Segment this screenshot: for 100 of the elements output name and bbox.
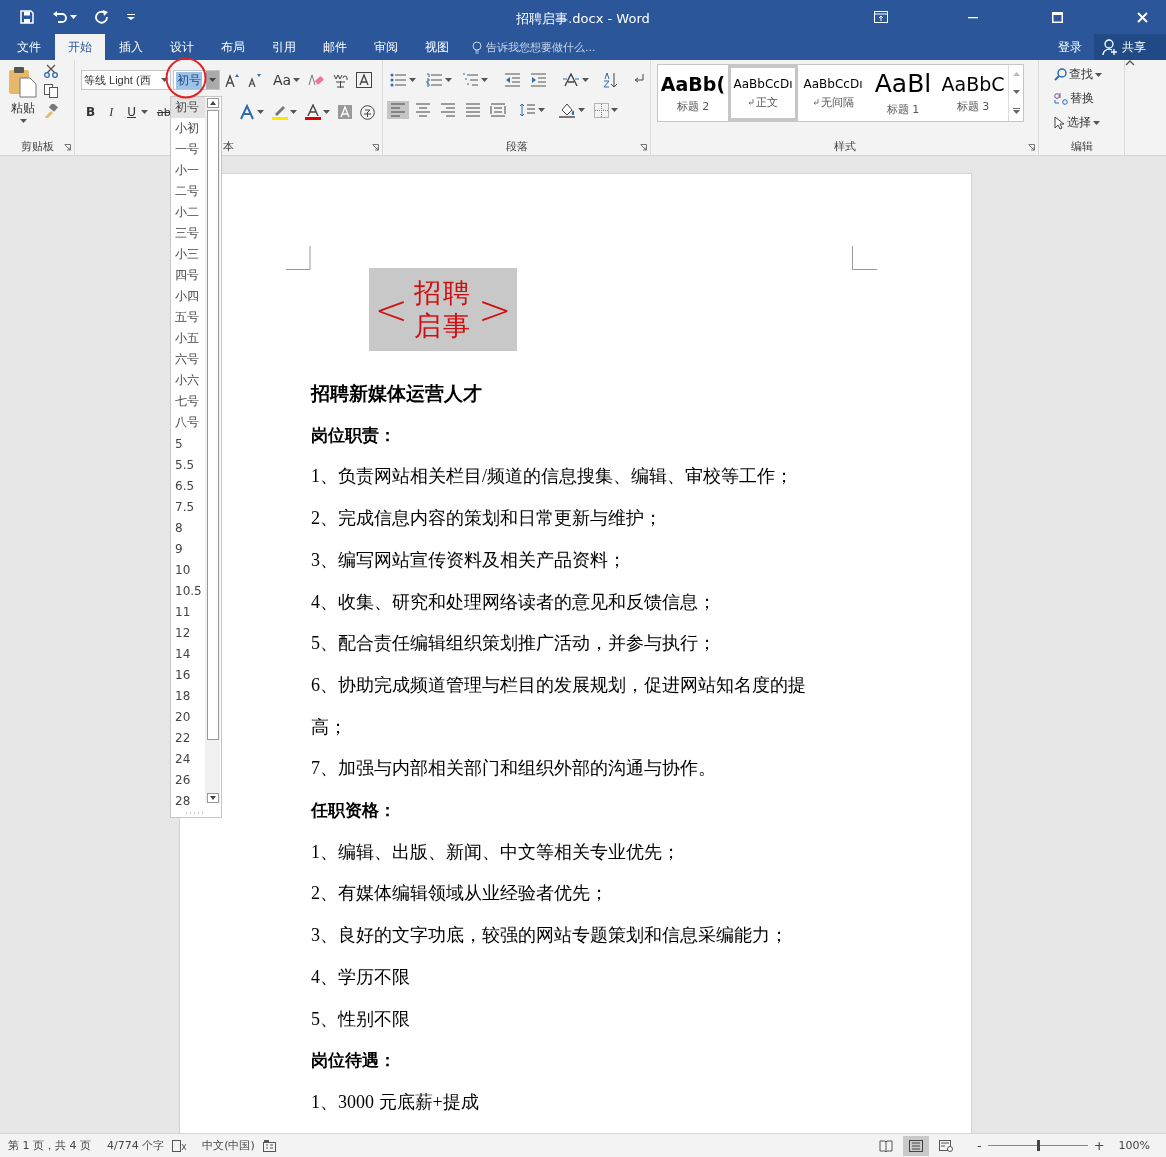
font-size-option[interactable]: 9 <box>171 538 205 559</box>
font-size-option[interactable]: 24 <box>171 748 205 769</box>
font-size-option[interactable]: 6.5 <box>171 475 205 496</box>
font-size-option[interactable]: 六号 <box>171 349 205 370</box>
dialog-launcher-icon[interactable] <box>64 144 71 151</box>
caret-icon[interactable] <box>1093 120 1100 125</box>
font-size-option[interactable]: 26 <box>171 769 205 790</box>
font-size-option[interactable]: 小四 <box>171 286 205 307</box>
more-styles-icon[interactable] <box>1012 108 1020 114</box>
font-size-option[interactable]: 初号 <box>171 97 205 118</box>
dialog-launcher-icon[interactable] <box>640 144 647 151</box>
font-size-option[interactable]: 五号 <box>171 307 205 328</box>
macro-icon[interactable] <box>262 1139 276 1152</box>
ribbon-tab[interactable]: 引用 <box>259 34 309 60</box>
ribbon-tab[interactable]: 视图 <box>412 34 462 60</box>
font-size-option[interactable]: 小五 <box>171 328 205 349</box>
caret-icon[interactable] <box>293 78 301 82</box>
view-button[interactable] <box>902 1135 929 1156</box>
cut-icon[interactable] <box>44 64 58 78</box>
paste-button[interactable]: 粘贴 <box>4 64 42 137</box>
font-size-option[interactable]: 18 <box>171 685 205 706</box>
caret-icon[interactable] <box>140 110 148 114</box>
caret-icon[interactable] <box>70 15 77 19</box>
font-size-option[interactable]: 四号 <box>171 265 205 286</box>
ribbon-tab[interactable]: 审阅 <box>361 34 411 60</box>
italic-button[interactable]: I <box>106 102 117 122</box>
font-size-option[interactable]: 16 <box>171 664 205 685</box>
format-painter-icon[interactable] <box>44 104 58 118</box>
sign-in-link[interactable]: 登录 <box>1046 34 1094 60</box>
font-size-option[interactable]: 5.5 <box>171 454 205 475</box>
font-size-option[interactable]: 28 <box>171 790 205 811</box>
style-item[interactable]: AaBbCcDı 正文 <box>728 65 798 121</box>
strikethrough-button[interactable]: ab <box>153 103 174 121</box>
ribbon-tab[interactable]: 插入 <box>106 34 156 60</box>
caret-icon[interactable] <box>578 108 585 112</box>
zoom-out-button[interactable]: - <box>972 1138 986 1153</box>
caret-icon[interactable] <box>481 78 488 82</box>
collapse-ribbon-icon[interactable] <box>1125 60 1135 66</box>
font-size-option[interactable]: 小三 <box>171 244 205 265</box>
ribbon-tab[interactable]: 开始 <box>55 34 105 60</box>
close-icon[interactable] <box>1137 11 1148 23</box>
font-size-field[interactable]: 初号 <box>173 70 220 90</box>
zoom-slider-thumb[interactable] <box>1036 1140 1040 1151</box>
proofing-icon[interactable] <box>172 1139 187 1152</box>
zoom-level[interactable]: 100% <box>1108 1139 1166 1152</box>
caret-icon[interactable] <box>538 108 545 112</box>
bold-button[interactable]: B <box>83 103 99 121</box>
tell-me-field[interactable]: 告诉我您想要做什么... <box>486 39 596 55</box>
caret-icon[interactable] <box>409 78 416 82</box>
dialog-launcher-icon[interactable] <box>372 144 379 151</box>
language-indicator[interactable]: 中文(中国) <box>194 1138 263 1153</box>
font-size-option[interactable]: 7.5 <box>171 496 205 517</box>
caret-icon[interactable] <box>1095 72 1102 77</box>
font-size-option[interactable]: 七号 <box>171 391 205 412</box>
word-count[interactable]: 4/774 个字 <box>99 1138 173 1153</box>
caret-icon[interactable] <box>290 110 297 114</box>
font-size-option[interactable]: 10 <box>171 559 205 580</box>
ribbon-tab[interactable]: 邮件 <box>310 34 360 60</box>
caret-icon[interactable] <box>445 78 452 82</box>
font-size-option[interactable]: 小六 <box>171 370 205 391</box>
maximize-icon[interactable] <box>1052 11 1063 23</box>
caret-icon[interactable] <box>323 110 330 114</box>
lightbulb-icon[interactable] <box>472 40 482 54</box>
share-button[interactable]: 共享 <box>1094 34 1166 60</box>
font-size-option[interactable]: 二号 <box>171 181 205 202</box>
page-count[interactable]: 第 1 页，共 4 页 <box>0 1138 99 1153</box>
font-size-option[interactable]: 小一 <box>171 160 205 181</box>
undo-icon[interactable] <box>52 10 68 24</box>
caret-icon[interactable] <box>611 108 618 112</box>
underline-button[interactable]: U <box>124 103 139 121</box>
copy-icon[interactable] <box>44 84 58 98</box>
font-size-option[interactable]: 5 <box>171 433 205 454</box>
editing-command[interactable]: 替换 <box>1051 88 1105 109</box>
ribbon-tab[interactable]: 布局 <box>208 34 258 60</box>
font-size-option[interactable]: 11 <box>171 601 205 622</box>
customize-icon[interactable] <box>127 14 135 20</box>
font-size-option[interactable]: 小初 <box>171 118 205 139</box>
font-size-option[interactable]: 八号 <box>171 412 205 433</box>
caret-icon[interactable] <box>582 78 589 82</box>
font-size-option[interactable]: 一号 <box>171 139 205 160</box>
dialog-launcher-icon[interactable] <box>1028 144 1035 151</box>
ribbon-display-icon[interactable] <box>874 11 888 23</box>
scroll-up-icon[interactable] <box>206 98 219 108</box>
editing-command[interactable]: 选择 <box>1051 112 1105 133</box>
ribbon-tab[interactable]: 设计 <box>157 34 207 60</box>
font-size-option[interactable]: 10.5 <box>171 580 205 601</box>
caret-icon[interactable] <box>257 110 264 114</box>
zoom-in-button[interactable]: + <box>1089 1138 1109 1153</box>
caret-icon[interactable] <box>19 119 27 123</box>
font-size-option[interactable]: 14 <box>171 643 205 664</box>
font-name-field[interactable]: 等线 Light (西 <box>81 70 171 90</box>
redo-icon[interactable] <box>95 10 109 24</box>
change-case-button[interactable]: Aa <box>270 70 304 90</box>
font-size-option[interactable]: 20 <box>171 706 205 727</box>
font-size-option[interactable]: 小二 <box>171 202 205 223</box>
save-icon[interactable] <box>20 10 34 24</box>
scroll-down-icon[interactable] <box>1012 90 1020 94</box>
font-size-option[interactable]: 三号 <box>171 223 205 244</box>
scroll-down-icon[interactable] <box>206 793 219 803</box>
editing-command[interactable]: 查找 <box>1051 64 1105 85</box>
